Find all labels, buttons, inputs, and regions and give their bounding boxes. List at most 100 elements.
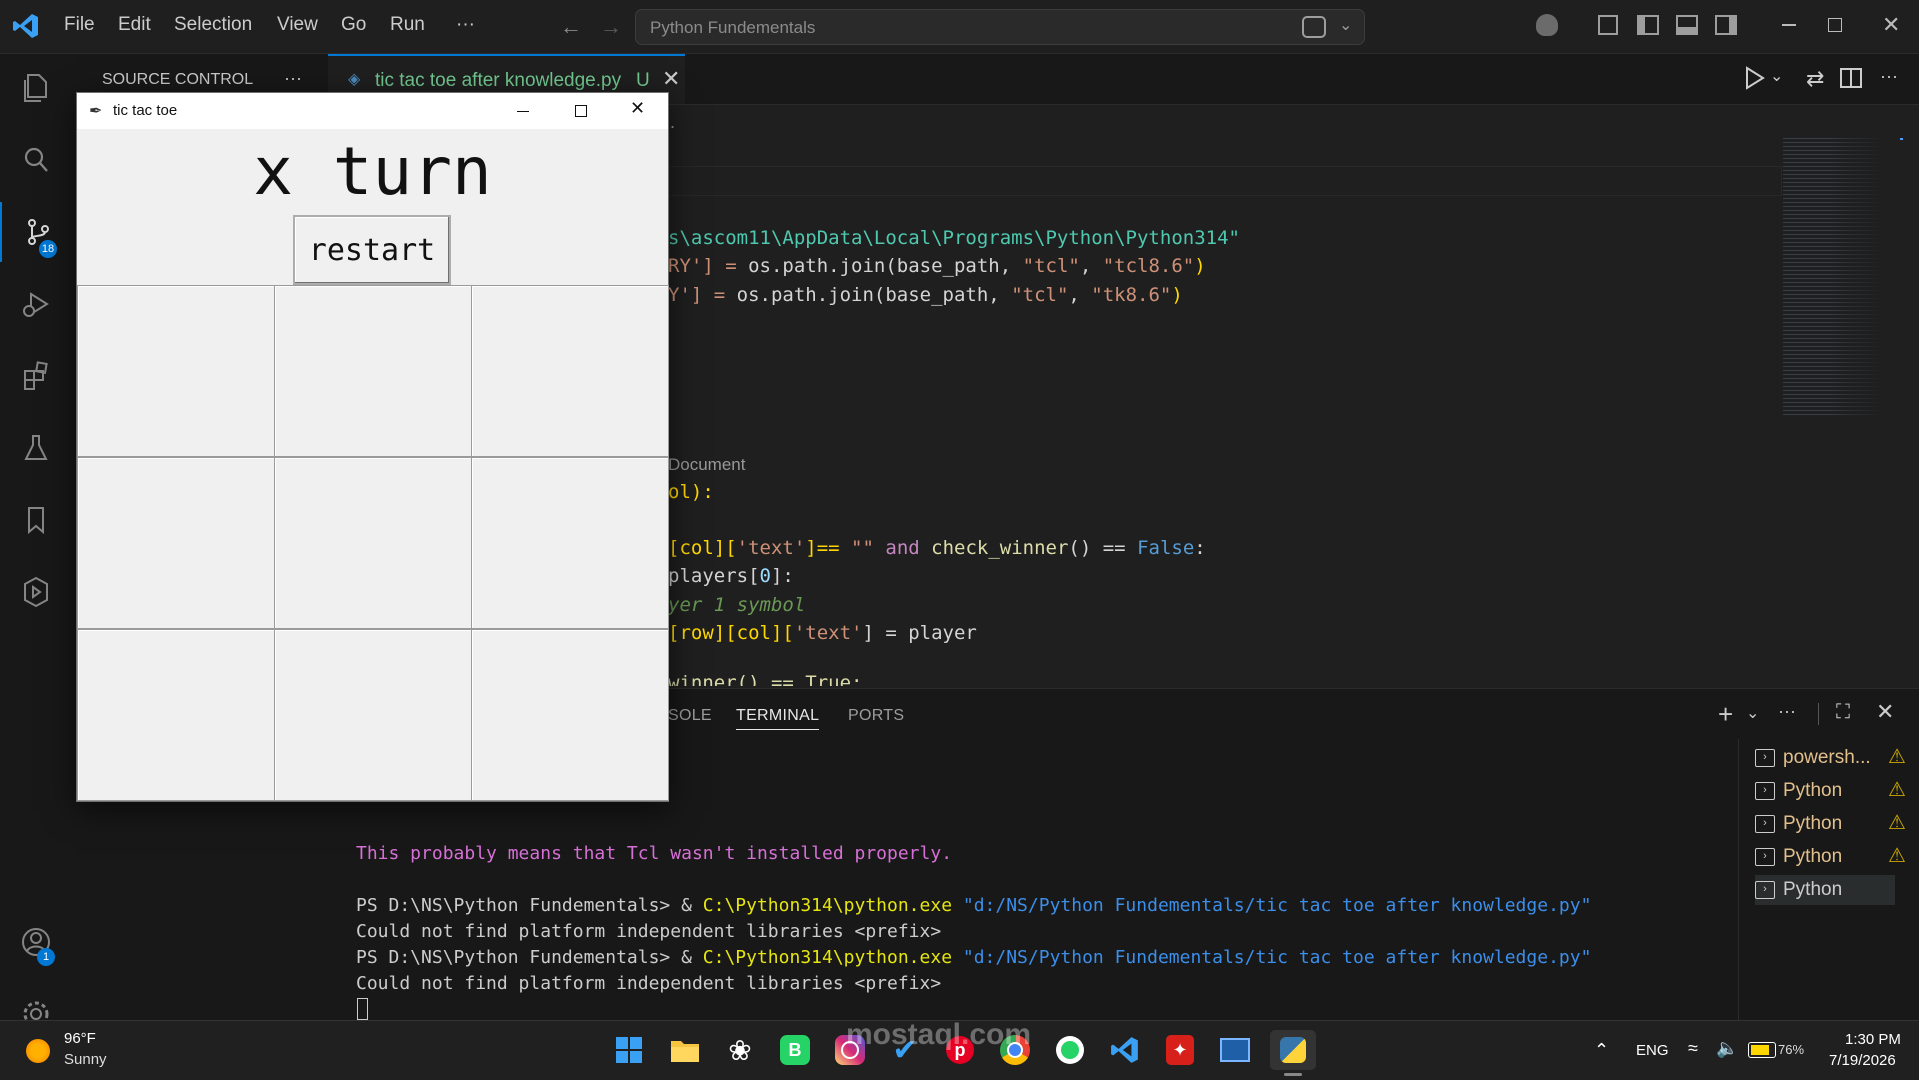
layout-customize-icon[interactable] <box>1598 15 1618 35</box>
command-center-search[interactable]: Python Fundementals ⌄ <box>635 9 1365 45</box>
new-terminal-plus-icon[interactable]: + <box>1718 699 1733 730</box>
board-cell[interactable] <box>274 457 472 629</box>
terminal-cursor[interactable] <box>357 998 368 1020</box>
file-explorer-icon[interactable] <box>665 1030 705 1070</box>
whatsapp-icon[interactable] <box>1050 1030 1090 1070</box>
board-cell[interactable] <box>77 285 275 457</box>
remote-explorer-icon[interactable] <box>0 562 72 622</box>
terminal-list-divider <box>1738 739 1739 1021</box>
open-changes-icon[interactable]: ⇄ <box>1806 66 1824 92</box>
bookmark-icon[interactable] <box>0 490 72 550</box>
split-editor-icon[interactable] <box>1840 68 1862 88</box>
sidebar-more-button[interactable]: ··· <box>284 68 302 89</box>
terminal-instance-active[interactable]: › Python <box>1755 875 1895 905</box>
maximize-panel-icon[interactable]: ⛶ <box>1836 701 1850 724</box>
tk-close-icon[interactable]: ✕ <box>630 98 645 119</box>
restore-icon[interactable] <box>1828 18 1842 32</box>
menu-view[interactable]: View <box>277 14 318 36</box>
minimap[interactable] <box>1783 135 1893 415</box>
chevron-down-icon[interactable]: ⌄ <box>1339 15 1352 35</box>
current-line-highlight <box>668 166 1782 196</box>
code-line: players[0]: <box>668 565 794 587</box>
toggle-panel-icon[interactable] <box>1676 15 1698 35</box>
language-indicator[interactable]: ENG <box>1636 1042 1669 1059</box>
explorer-icon[interactable] <box>0 58 72 118</box>
editor-more-actions[interactable]: ··· <box>1880 66 1898 87</box>
restart-button[interactable]: restart <box>293 215 451 285</box>
battery-icon[interactable] <box>1748 1042 1776 1058</box>
terminal-instance[interactable]: › Python <box>1755 809 1842 839</box>
terminal-dropdown-chevron-icon[interactable]: ⌄ <box>1746 703 1759 723</box>
volume-icon[interactable]: 🔈 <box>1716 1038 1738 1059</box>
toggle-secondary-sidebar-icon[interactable] <box>1715 15 1737 35</box>
accounts-badge: 1 <box>37 948 55 966</box>
weather-temp: 96°F <box>64 1030 96 1047</box>
extensions-icon[interactable] <box>0 346 72 406</box>
copilot-icon[interactable] <box>1536 14 1558 36</box>
codelens-document[interactable]: Document <box>668 455 745 475</box>
terminal-prompt-line: PS D:\NS\Python Fundementals> & C:\Pytho… <box>356 895 1592 916</box>
menu-file[interactable]: File <box>64 14 95 36</box>
run-debug-icon[interactable] <box>0 274 72 334</box>
start-windows-icon[interactable] <box>609 1030 649 1070</box>
wifi-icon[interactable]: ≈ <box>1688 1038 1698 1059</box>
code-line: winner() == True: <box>668 672 863 686</box>
scm-badge: 18 <box>39 240 57 258</box>
remote-desktop-icon[interactable] <box>1215 1030 1255 1070</box>
menu-more[interactable]: ··· <box>456 14 475 36</box>
board-cell[interactable] <box>471 629 669 801</box>
warning-icon: ⚠ <box>1888 746 1906 768</box>
show-hidden-icons-chevron-icon[interactable]: ⌃ <box>1594 1040 1609 1061</box>
close-panel-icon[interactable]: ✕ <box>1876 699 1894 725</box>
terminal-icon: › <box>1755 881 1775 899</box>
vscode-taskbar-icon[interactable] <box>1105 1030 1145 1070</box>
back-arrow-icon[interactable]: ← <box>560 14 582 40</box>
code-line: s\ascom11\AppData\Local\Programs\Python\… <box>668 227 1240 249</box>
testing-flask-icon[interactable] <box>0 418 72 478</box>
terminal-output-line: Could not find platform independent libr… <box>356 973 942 994</box>
board-cell[interactable] <box>274 629 472 801</box>
close-window-icon[interactable]: ✕ <box>1882 12 1900 38</box>
terminal-instance[interactable]: › Python <box>1755 842 1842 872</box>
terminal-instance[interactable]: › Python <box>1755 776 1842 806</box>
editor-tab-label: tic tac toe after knowledge.py <box>375 70 622 91</box>
copilot-chat-icon[interactable] <box>1302 16 1326 38</box>
terminal-instance[interactable]: › powersh... <box>1755 743 1871 773</box>
whatsapp-business-icon[interactable]: B <box>775 1030 815 1070</box>
run-python-file-icon[interactable] <box>1744 66 1766 95</box>
tk-maximize-icon[interactable] <box>575 105 587 117</box>
search-icon[interactable] <box>0 130 72 190</box>
panel-more-button[interactable]: ··· <box>1778 701 1796 722</box>
board-cell[interactable] <box>471 285 669 457</box>
board-cell[interactable] <box>77 629 275 801</box>
clock-time[interactable]: 1:30 PM <box>1845 1031 1901 1048</box>
chatgpt-icon[interactable]: ❀ <box>720 1030 760 1070</box>
clock-date[interactable]: 7/19/2026 <box>1829 1052 1896 1069</box>
run-dropdown-chevron-icon[interactable]: ⌄ <box>1770 66 1783 86</box>
board-cell[interactable] <box>77 457 275 629</box>
board-cell[interactable] <box>274 285 472 457</box>
python-app-icon[interactable] <box>1270 1030 1316 1070</box>
close-tab-icon[interactable]: ✕ <box>662 66 680 92</box>
board-cell[interactable] <box>471 457 669 629</box>
terminal-icon: › <box>1755 782 1775 800</box>
forward-arrow-icon[interactable]: → <box>600 14 622 40</box>
menu-edit[interactable]: Edit <box>118 14 151 36</box>
menu-selection[interactable]: Selection <box>174 14 252 36</box>
tab-debug-console[interactable]: SOLE <box>668 707 712 725</box>
toggle-primary-sidebar-icon[interactable] <box>1637 15 1659 35</box>
tab-terminal[interactable]: TERMINAL <box>736 707 820 730</box>
editor-scrollbar[interactable] <box>1900 138 1903 140</box>
minimize-icon[interactable] <box>1782 24 1796 26</box>
code-line: Y'] = os.path.join(base_path, "tcl", "tk… <box>668 284 1183 306</box>
menu-go[interactable]: Go <box>341 14 366 36</box>
tk-minimize-icon[interactable] <box>517 111 529 112</box>
tab-ports[interactable]: PORTS <box>848 707 904 725</box>
accounts-icon[interactable]: 1 <box>0 912 72 972</box>
source-control-icon[interactable]: 18 <box>0 202 74 262</box>
menu-run[interactable]: Run <box>390 14 425 36</box>
acrobat-reader-icon[interactable]: ✦ <box>1160 1030 1200 1070</box>
terminal-prompt-line: PS D:\NS\Python Fundementals> & C:\Pytho… <box>356 947 1592 968</box>
weather-sun-icon[interactable] <box>26 1039 50 1063</box>
title-bar: File Edit Selection View Go Run ··· ← → … <box>0 0 1919 54</box>
